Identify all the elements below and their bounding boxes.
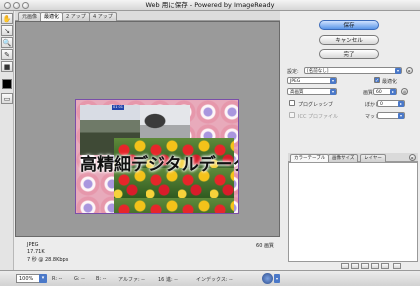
map-color-icon[interactable]	[341, 263, 349, 269]
slice-select-tool-icon[interactable]: ↘	[1, 25, 13, 36]
quality-value: 60	[376, 90, 382, 95]
done-button[interactable]: 完了	[319, 49, 379, 59]
info-size: 17.71K	[27, 249, 45, 255]
file-format-value: JPEG	[290, 79, 301, 84]
tab-color-table[interactable]: カラーテーブル	[290, 154, 330, 162]
readout-g: G: --	[74, 276, 85, 282]
optimize-menu-icon[interactable]: ▸	[406, 67, 413, 74]
overlay-title-text: 高精細デジタルデータ	[80, 155, 238, 175]
lock-color-icon[interactable]	[361, 263, 369, 269]
zoom-dropdown-icon[interactable]: ▾	[39, 274, 47, 283]
eyedropper-color-icon[interactable]: ■	[1, 61, 13, 72]
settings-label: 設定:	[287, 69, 299, 75]
color-table-area[interactable]	[288, 162, 418, 262]
trash-icon[interactable]	[393, 263, 401, 269]
shift-web-color-icon[interactable]	[351, 263, 359, 269]
icc-profile-label: ICC プロファイル	[298, 114, 339, 120]
title-bar: Web 用に保存 - Powered by ImageReady	[0, 0, 420, 11]
cancel-button[interactable]: キャンセル	[319, 35, 379, 45]
save-button[interactable]: 保存	[319, 20, 379, 30]
hand-tool-icon[interactable]: ✋	[1, 13, 13, 24]
tab-layers[interactable]: レイヤー	[360, 154, 386, 162]
eyedropper-tool-icon[interactable]: ✎	[1, 49, 13, 60]
preview-in-browser-icon[interactable]	[262, 273, 273, 284]
settings-preset-select[interactable]: [名前なし] ▾	[304, 67, 402, 74]
chevron-right-icon: ▸	[398, 101, 404, 107]
zoom-tool-icon[interactable]: 🔍	[1, 37, 13, 48]
file-format-select[interactable]: JPEG ▾	[287, 77, 337, 84]
quality-preset-select[interactable]: 高画質 ▾	[287, 88, 337, 95]
readout-r: R: --	[52, 276, 63, 282]
quality-preset-value: 高画質	[290, 90, 304, 95]
chevron-right-icon: ▸	[390, 89, 396, 95]
delete-color-icon[interactable]	[381, 263, 389, 269]
optimized-label: 最適化	[382, 79, 398, 85]
info-download-time: 7 秒 @ 28.8Kbps	[27, 257, 69, 263]
blur-value: 0	[380, 102, 383, 107]
window-title: Web 用に保存 - Powered by ImageReady	[145, 1, 275, 9]
icc-profile-checkbox[interactable]	[289, 112, 295, 118]
tool-column: ✋ ↘ 🔍 ✎ ■ ▭	[0, 11, 14, 286]
toggle-slices-icon[interactable]: ▭	[1, 93, 13, 104]
zoom-field[interactable]: 100%	[16, 274, 40, 283]
readout-index: インデックス: --	[196, 277, 233, 283]
blur-field[interactable]: 0 ▸	[377, 100, 405, 107]
settings-preset-value: [名前なし]	[307, 69, 329, 74]
quality-mask-icon[interactable]: ◎	[401, 88, 408, 95]
tab-2up[interactable]: 2 アップ	[62, 12, 90, 21]
quality-field[interactable]: 60 ▸	[373, 88, 397, 95]
image-preview-area[interactable]: 01 01 高精細デジタルデータ	[15, 21, 280, 237]
chevron-down-icon: ▾	[395, 68, 401, 74]
optimized-checkbox[interactable]: ✓	[374, 77, 380, 84]
new-color-icon[interactable]	[371, 263, 379, 269]
chevron-down-icon: ▾	[330, 89, 336, 95]
chevron-down-icon: ▾	[330, 78, 336, 84]
info-format: JPEG	[27, 242, 39, 248]
settings-panel: 保存 キャンセル 完了 設定: [名前なし] ▾ ▸ JPEG ▾ ✓ 最適化 …	[281, 11, 420, 270]
panel-menu-icon[interactable]: ▸	[409, 154, 416, 161]
browser-dropdown-icon[interactable]: ▾	[274, 274, 280, 283]
readout-hex: 16 進: --	[158, 277, 178, 283]
progressive-label: プログレッシブ	[298, 102, 334, 108]
readout-alpha: アルファ: --	[118, 277, 145, 283]
slice-badge: 01 01	[112, 105, 124, 110]
tab-image-size[interactable]: 画像サイズ	[328, 154, 359, 162]
eyedropper-color-swatch[interactable]	[2, 79, 12, 89]
preview-info: JPEG 17.71K 7 秒 @ 28.8Kbps 60 画質	[15, 238, 280, 268]
image-canvas[interactable]: 01 01 高精細デジタルデータ	[75, 99, 239, 214]
view-tabs: 元画像 最適化 2 アップ 4 アップ	[15, 11, 280, 21]
info-quality: 60 画質	[256, 243, 274, 249]
tab-optimized[interactable]: 最適化	[40, 12, 64, 21]
progressive-checkbox[interactable]	[289, 100, 295, 106]
tab-original[interactable]: 元画像	[18, 12, 42, 21]
chevron-down-icon: ▾	[398, 113, 404, 119]
tab-4up[interactable]: 4 アップ	[89, 12, 117, 21]
readout-b: B: --	[96, 276, 107, 282]
matte-select[interactable]: ▾	[377, 112, 405, 119]
panel-tabs: カラーテーブル 画像サイズ レイヤー ▸	[288, 153, 418, 162]
status-bar: 100% ▾ R: -- G: -- B: -- アルファ: -- 16 進: …	[0, 270, 420, 286]
